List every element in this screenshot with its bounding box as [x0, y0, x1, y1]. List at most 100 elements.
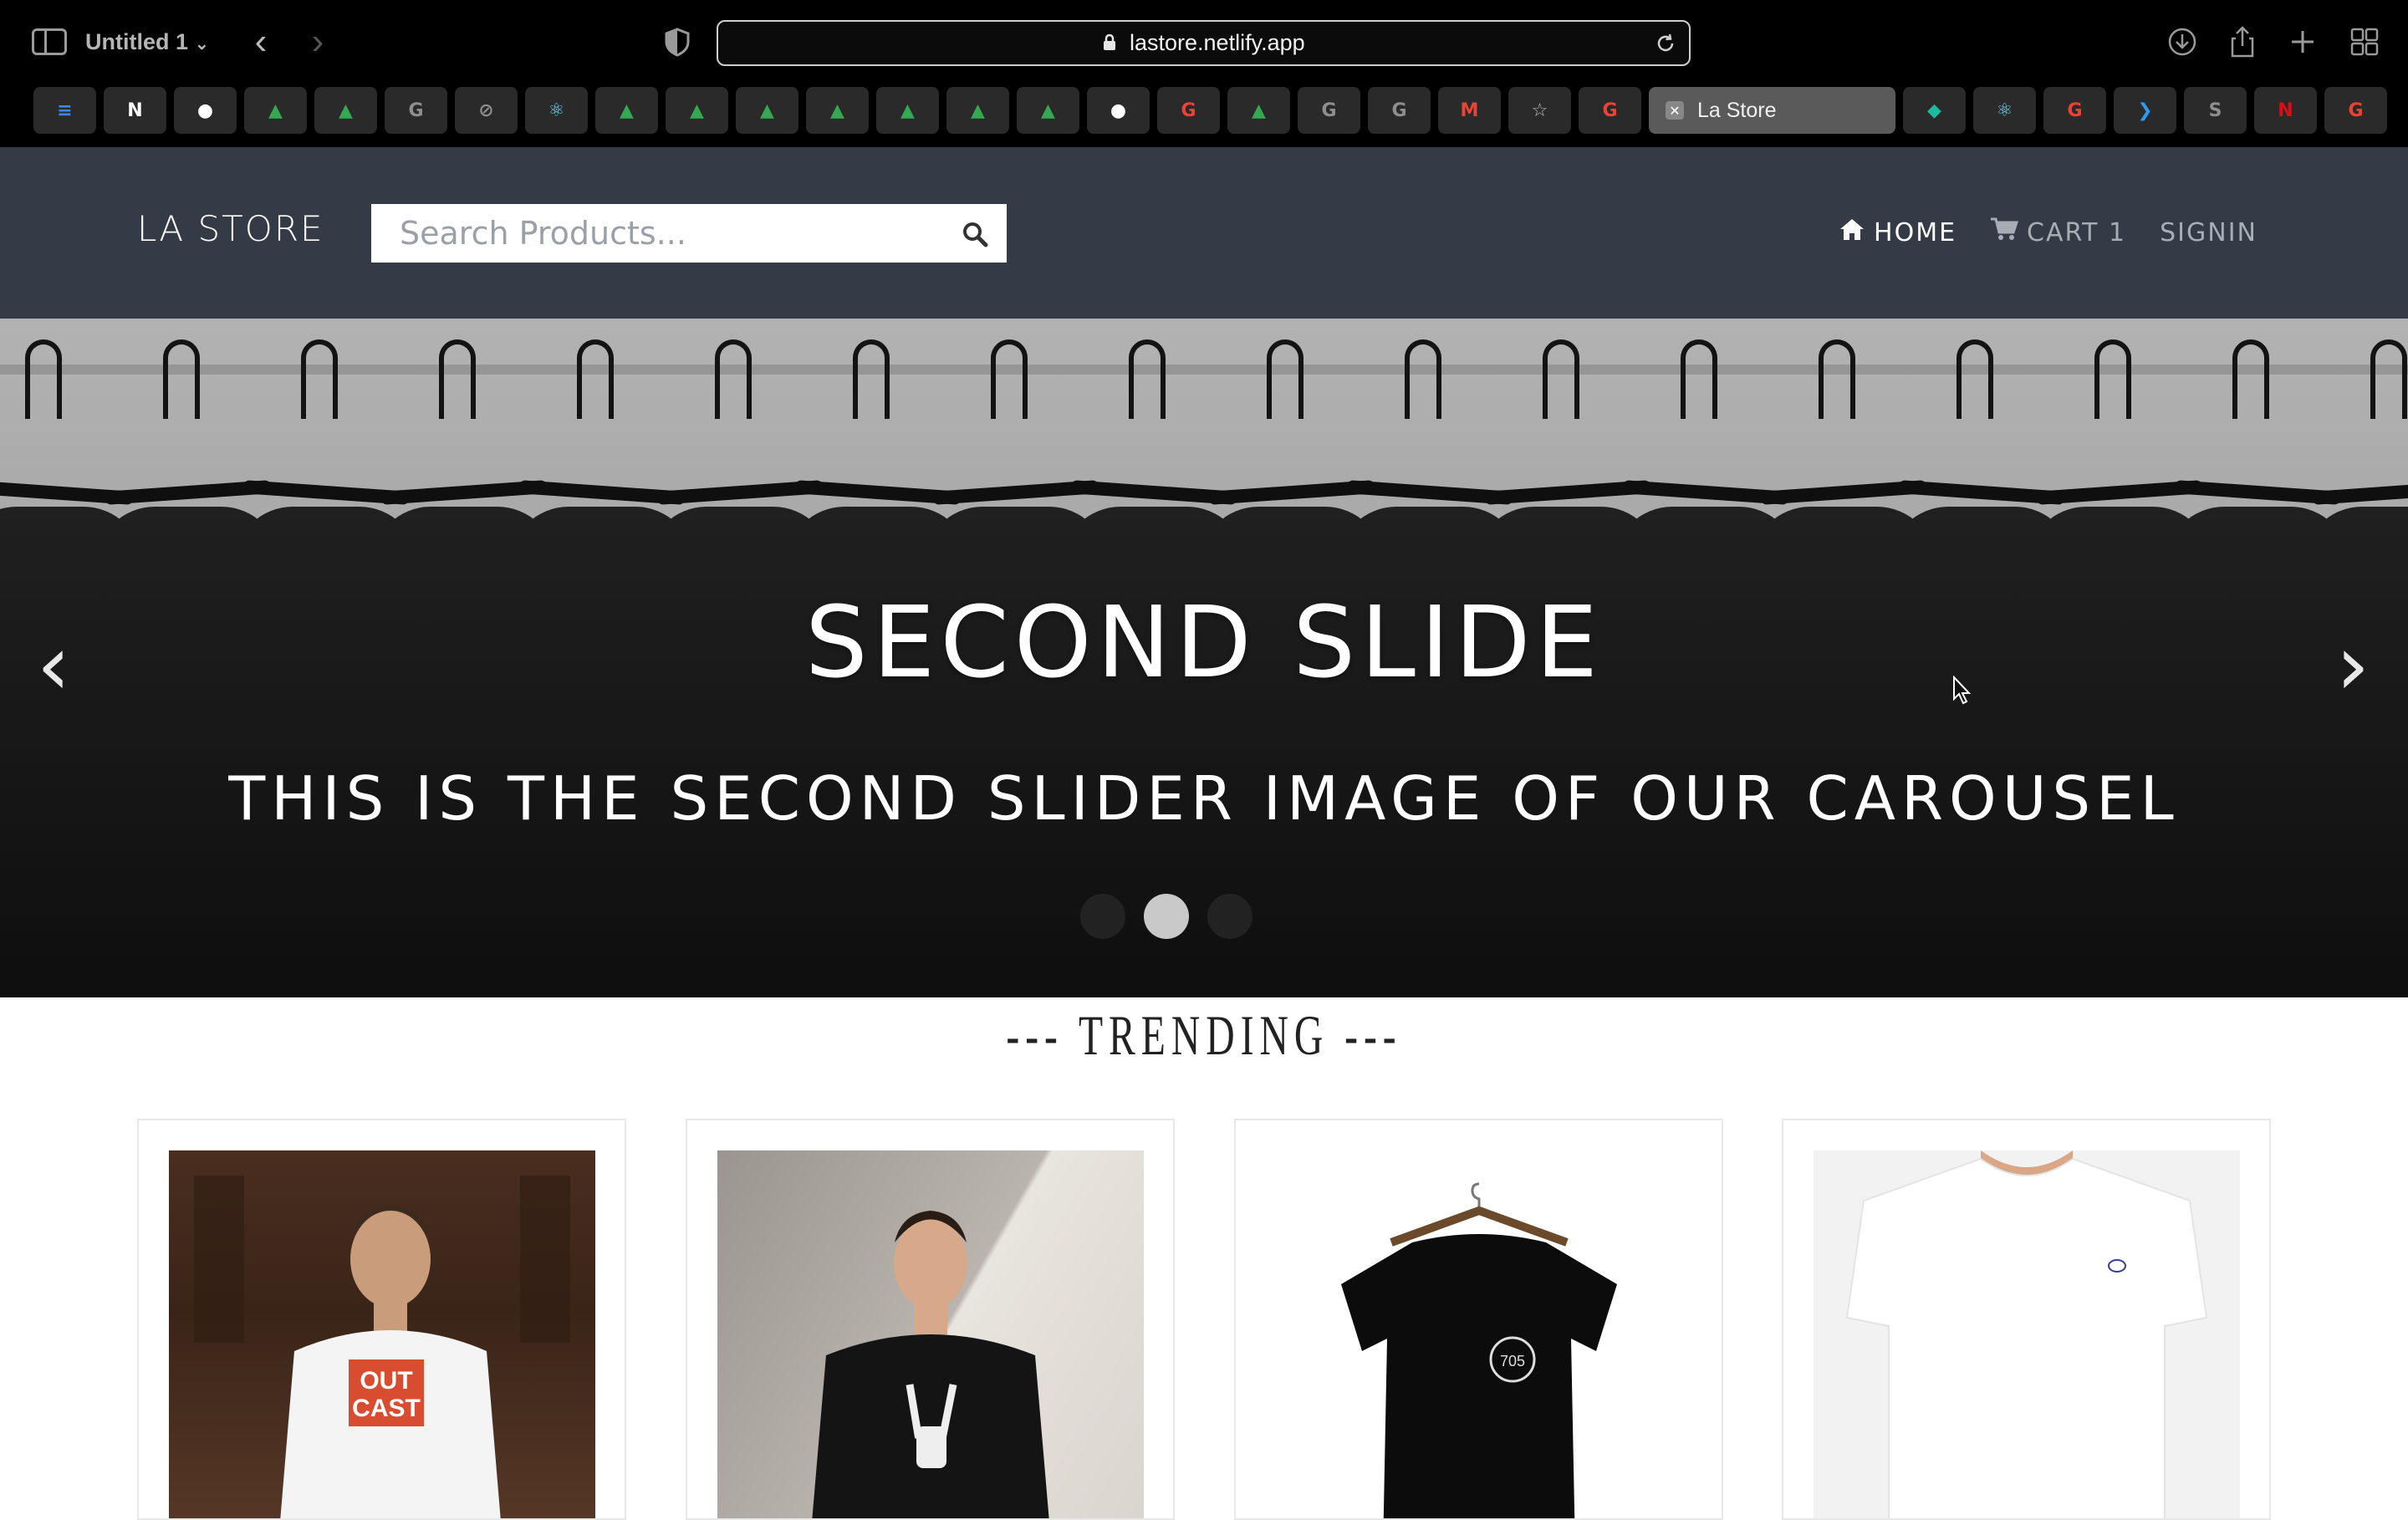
favorite-item[interactable]: ◆	[1903, 87, 1966, 134]
nav-signin[interactable]: SIGNIN	[2160, 218, 2258, 247]
google-drive-icon: ▲	[760, 99, 774, 121]
generic-g-icon: G	[408, 99, 424, 121]
new-tab-icon[interactable]	[2286, 25, 2319, 59]
tab-overview-icon[interactable]	[2348, 25, 2381, 59]
search-input[interactable]	[371, 204, 940, 263]
slide-subtitle: THIS IS THE SECOND SLIDER IMAGE OF OUR C…	[228, 763, 2180, 834]
favorite-item[interactable]: ▲	[666, 87, 728, 134]
forward-icon[interactable]: ›	[301, 23, 334, 60]
product-card[interactable]	[686, 1119, 1175, 1520]
favorite-item[interactable]: ▲	[736, 87, 798, 134]
google-icon: G	[1181, 99, 1196, 121]
favorite-item[interactable]: ▲	[595, 87, 658, 134]
github-icon: ●	[1110, 99, 1127, 121]
downloads-icon[interactable]	[2166, 25, 2199, 59]
product-card[interactable]	[1782, 1119, 2271, 1520]
favorite-item[interactable]: ⚛	[525, 87, 588, 134]
favorite-item[interactable]: N	[2254, 87, 2317, 134]
favorite-item[interactable]: ▲	[1017, 87, 1079, 134]
favorite-item[interactable]: M	[1438, 87, 1501, 134]
favorite-item[interactable]: ☆	[1508, 87, 1571, 134]
google-drive-icon: ▲	[339, 99, 353, 121]
tab-close-icon[interactable]: ✕	[1666, 101, 1684, 120]
mouse-cursor-icon	[1953, 676, 1972, 705]
favorite-item[interactable]: ❯	[2114, 87, 2176, 134]
product-image[interactable]	[717, 1150, 1144, 1518]
site-navbar: LA STORE HOME CART 1 SIGNIN	[0, 147, 2408, 319]
netflix-icon: N	[2278, 99, 2293, 121]
slide-title: SECOND SLIDE	[804, 584, 1604, 700]
google-drive-icon: ▲	[1041, 99, 1055, 121]
carousel-indicator[interactable]	[1207, 894, 1252, 939]
favorite-item[interactable]: ▲	[244, 87, 307, 134]
carousel-next-button[interactable]: ›	[2328, 620, 2378, 712]
favorite-item[interactable]: ▲	[314, 87, 377, 134]
favorite-item[interactable]: ●	[174, 87, 237, 134]
carousel-indicator[interactable]	[1144, 894, 1189, 939]
product-card[interactable]: OUT CAST	[137, 1119, 626, 1520]
github-icon: ●	[196, 99, 214, 121]
cart-icon	[1990, 217, 2019, 248]
gmail-icon: M	[1460, 99, 1479, 121]
favorite-item[interactable]: G	[1157, 87, 1220, 134]
favorite-item[interactable]: G	[2324, 87, 2387, 134]
favorite-item[interactable]: ⚛	[1973, 87, 2036, 134]
favorite-item[interactable]: G	[1579, 87, 1641, 134]
privacy-shield-icon[interactable]	[662, 27, 692, 57]
google-drive-icon: ▲	[1252, 99, 1266, 121]
favorite-item[interactable]: S	[2184, 87, 2247, 134]
nav-cart[interactable]: CART 1	[1990, 217, 2126, 248]
favorite-item[interactable]: G	[385, 87, 447, 134]
tab-group-selector[interactable]: Untitled 1 ⌄	[85, 25, 209, 59]
svg-text:OUT: OUT	[360, 1367, 412, 1395]
search-icon[interactable]	[962, 221, 988, 247]
nav-home-label: HOME	[1874, 217, 1957, 247]
google-drive-icon: ▲	[690, 99, 704, 121]
generic-s-icon: S	[2208, 99, 2222, 121]
react-icon: ⚛	[548, 99, 565, 121]
favorite-item[interactable]: ▲	[806, 87, 869, 134]
favorite-item[interactable]: ●	[1087, 87, 1150, 134]
google-icon: G	[1602, 99, 1618, 121]
share-icon[interactable]	[2226, 25, 2259, 59]
favorite-item[interactable]: G	[2043, 87, 2106, 134]
product-image[interactable]	[1814, 1150, 2240, 1518]
favorite-item[interactable]: ▲	[1227, 87, 1290, 134]
favorite-item[interactable]: ▲	[876, 87, 939, 134]
reload-icon[interactable]	[1654, 32, 1677, 55]
favorite-item[interactable]: ≡	[33, 87, 96, 134]
active-tab-label: La Store	[1697, 98, 1777, 122]
carousel-indicators	[1080, 894, 1252, 939]
favorite-item[interactable]: N	[104, 87, 166, 134]
brand-logo[interactable]: LA STORE	[137, 208, 324, 249]
trending-heading: --- TRENDING ---	[1006, 1003, 1402, 1067]
favorite-item[interactable]: ▲	[946, 87, 1009, 134]
nav-cart-label: CART 1	[2027, 217, 2127, 247]
google-icon: G	[2348, 99, 2364, 121]
product-card[interactable]: 705	[1234, 1119, 1723, 1520]
sidebar-toggle-icon[interactable]	[32, 28, 67, 55]
home-icon	[1839, 217, 1865, 247]
google-drive-icon: ▲	[971, 99, 985, 121]
carousel-indicator[interactable]	[1080, 894, 1125, 939]
star-icon: ☆	[1531, 99, 1548, 121]
svg-text:705: 705	[1500, 1353, 1525, 1370]
favorite-item[interactable]: ⊘	[455, 87, 518, 134]
back-icon[interactable]: ‹	[244, 23, 278, 60]
nav-home[interactable]: HOME	[1839, 217, 1956, 247]
favorites-bar: ≡ N ● ▲ ▲ G ⊘ ⚛ ▲ ▲ ▲ ▲ ▲ ▲ ▲ ● G ▲ G G M ☆ G ✕ La Store ◆ ⚛ G ❯ S N G	[33, 87, 2387, 134]
browser-chrome: Untitled 1 ⌄ ‹ › lastore.netlify.app ≡ N ●	[0, 0, 2408, 147]
react-icon: ⚛	[1996, 99, 2013, 121]
favorite-item[interactable]: G	[1368, 87, 1431, 134]
product-image[interactable]: 705	[1266, 1150, 1692, 1518]
address-bar[interactable]: lastore.netlify.app	[717, 20, 1691, 66]
favorite-item[interactable]: G	[1298, 87, 1360, 134]
diamond-icon: ◆	[1927, 99, 1941, 121]
carousel-prev-button[interactable]: ‹	[28, 620, 79, 712]
google-drive-icon: ▲	[620, 99, 634, 121]
chevron-down-icon: ⌄	[195, 35, 209, 54]
search-box	[371, 204, 1007, 263]
active-tab[interactable]: ✕ La Store	[1649, 87, 1895, 134]
product-image[interactable]: OUT CAST	[169, 1150, 595, 1518]
product-photo-black-tee-hanger: 705	[1341, 1182, 1617, 1518]
